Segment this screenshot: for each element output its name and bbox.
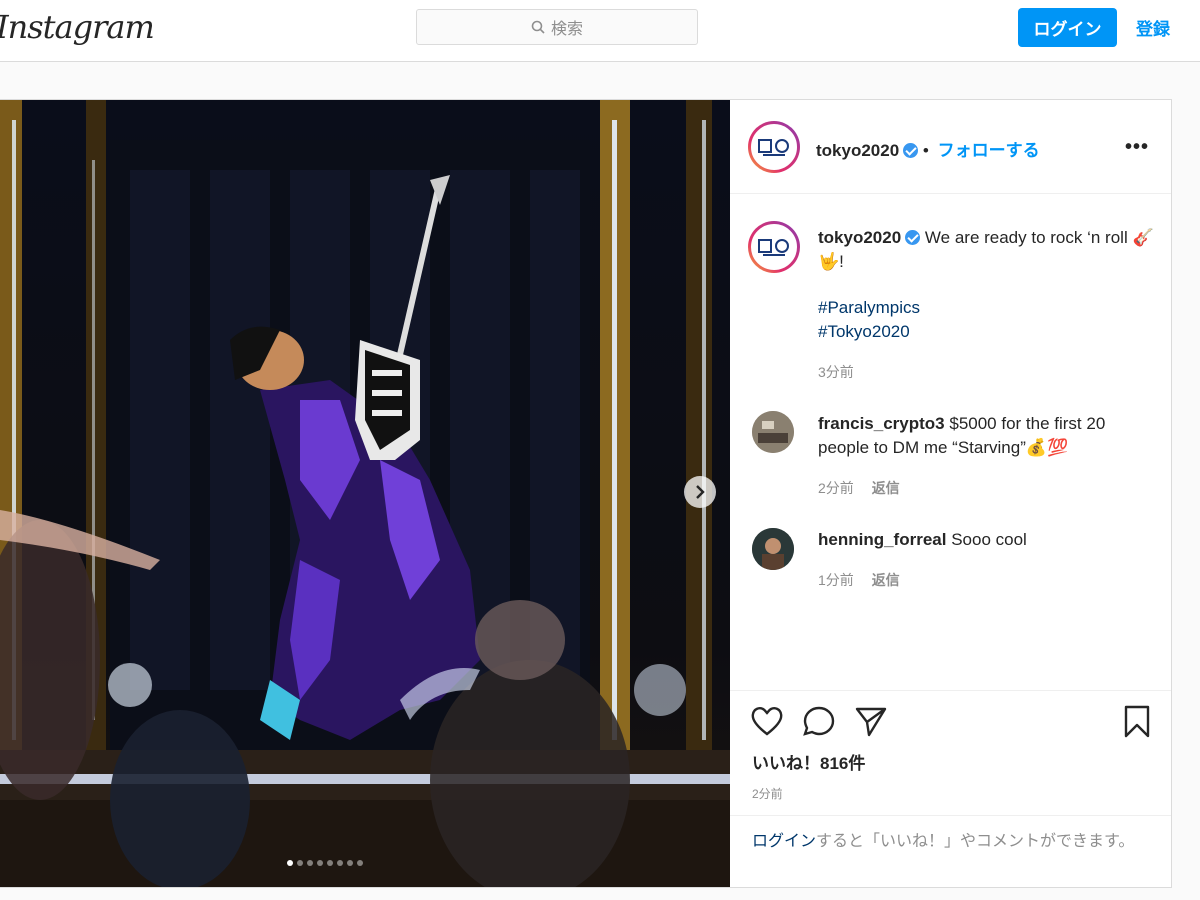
caption-time[interactable]: 3分前	[818, 362, 854, 382]
top-nav: Instagram 検索 ログイン 登録	[0, 0, 1200, 62]
login-link[interactable]: ログイン	[752, 833, 816, 850]
carousel-dot	[307, 860, 313, 866]
next-image-button[interactable]	[684, 476, 716, 508]
search-placeholder: 検索	[550, 21, 583, 38]
carousel-dot	[357, 860, 363, 866]
avatar[interactable]	[752, 411, 794, 453]
reply-button[interactable]: 返信	[872, 480, 900, 496]
likes-count[interactable]: いいね！816件	[752, 749, 865, 774]
post-time[interactable]: 2分前	[752, 785, 783, 802]
post-actions: いいね！816件 2分前 ログインすると「いいね！」やコメントができます。	[730, 690, 1171, 890]
search-icon	[531, 20, 545, 34]
avatar[interactable]	[748, 221, 800, 273]
carousel-dot	[327, 860, 333, 866]
comment-icon[interactable]	[802, 705, 836, 737]
comment-text: henning_forreal Sooo cool	[818, 528, 1158, 552]
chevron-right-icon	[696, 485, 705, 499]
hashtag-link[interactable]: #Paralympics	[818, 296, 920, 320]
comment-body: Sooo cool	[951, 530, 1027, 549]
follow-button[interactable]: フォローする	[938, 141, 1040, 160]
carousel-dots	[287, 860, 363, 866]
action-icons	[750, 705, 888, 737]
verified-icon	[903, 143, 919, 158]
heart-icon[interactable]	[750, 705, 784, 737]
post-sidebar: tokyo2020 • フォローする ••• tokyo2020 We are …	[730, 100, 1171, 887]
comment-username[interactable]: henning_forreal	[818, 530, 946, 549]
comment-username[interactable]: francis_crypto3	[818, 414, 945, 433]
carousel-dot	[347, 860, 353, 866]
header-user: tokyo2020 • フォローする	[816, 136, 1040, 161]
comment-time[interactable]: 2分前	[818, 480, 854, 496]
login-hint-text: すると「いいね！」やコメントができます。	[816, 833, 1135, 850]
username[interactable]: tokyo2020	[816, 141, 899, 160]
separator: •	[922, 141, 929, 160]
comment-text: francis_crypto3 $5000 for the first 20 p…	[818, 412, 1158, 460]
carousel-dot	[297, 860, 303, 866]
carousel-dot	[337, 860, 343, 866]
bookmark-icon[interactable]	[1123, 705, 1151, 739]
instagram-logo[interactable]: Instagram	[0, 8, 155, 46]
comment-meta: 1分前 返信	[818, 570, 900, 590]
comment-time[interactable]: 1分前	[818, 572, 854, 588]
carousel-dot	[287, 860, 293, 866]
concert-photo	[0, 100, 730, 887]
post-header: tokyo2020 • フォローする •••	[730, 100, 1171, 194]
avatar[interactable]	[752, 528, 794, 570]
caption-username[interactable]: tokyo2020	[818, 228, 901, 247]
carousel-dot	[317, 860, 323, 866]
hashtag-link[interactable]: #Tokyo2020	[818, 320, 920, 344]
share-icon[interactable]	[854, 705, 888, 737]
post: tokyo2020 • フォローする ••• tokyo2020 We are …	[0, 99, 1172, 888]
caption: tokyo2020 We are ready to rock ‘n roll 🎸…	[818, 226, 1158, 274]
comment-meta: 2分前 返信	[818, 478, 900, 498]
post-image[interactable]	[0, 100, 730, 887]
avatar[interactable]	[748, 121, 800, 173]
login-hint: ログインすると「いいね！」やコメントができます。	[730, 815, 1171, 868]
register-link[interactable]: 登録	[1136, 15, 1170, 40]
login-button[interactable]: ログイン	[1018, 8, 1117, 47]
search-input[interactable]: 検索	[416, 9, 698, 45]
hashtags: #Paralympics #Tokyo2020	[818, 296, 920, 344]
more-icon[interactable]: •••	[1125, 136, 1149, 159]
reply-button[interactable]: 返信	[872, 572, 900, 588]
verified-icon	[905, 230, 921, 245]
tokyo2020-logo-icon	[758, 139, 789, 156]
tokyo2020-logo-icon	[758, 239, 789, 256]
